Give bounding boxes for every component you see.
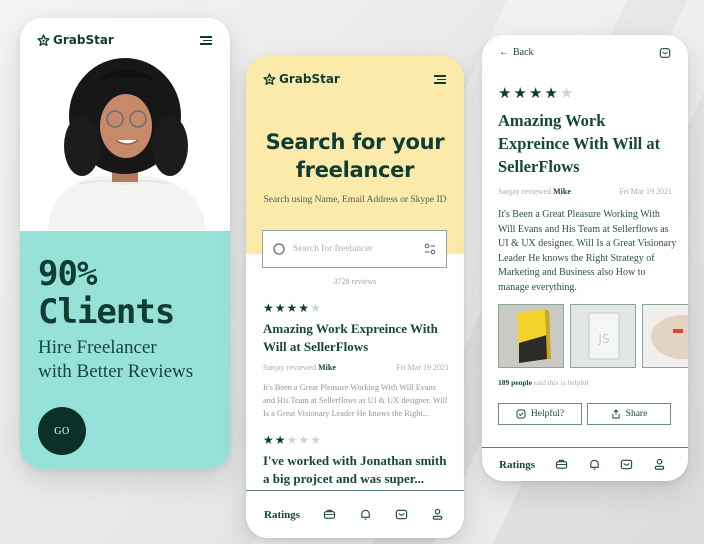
star-filled-icon: ★: [286, 301, 298, 315]
user-icon[interactable]: [653, 458, 666, 471]
logo[interactable]: GrabStar: [263, 72, 340, 86]
star-empty-icon: ★: [286, 433, 298, 447]
phone-landing-screen: GrabStar 90% Clients Hire Freelancer wit…: [20, 18, 230, 469]
star-filled-icon: ★: [274, 433, 286, 447]
review-title: Amazing Work Expreince With Will at Sell…: [263, 321, 438, 354]
star-filled-icon: ★: [498, 86, 512, 102]
back-button[interactable]: ← Back: [499, 47, 534, 58]
star-empty-icon: ★: [559, 86, 574, 102]
review-card[interactable]: ★ ★ ★ ★ ★ Amazing Work Expreince With Will a…: [263, 302, 449, 420]
bottom-nav: Ratings: [482, 447, 688, 481]
star-rating: ★ ★ ★ ★ ★: [263, 302, 449, 314]
review-date: Fri Mar 19 2021: [396, 363, 449, 372]
briefcase-icon[interactable]: [555, 458, 568, 471]
review-excerpt: It's Been a Great Pleasure Working With …: [263, 383, 448, 418]
star-logo-icon: [263, 72, 276, 85]
review-date: Fri Mar 19 2021: [619, 187, 672, 196]
star-filled-icon: ★: [528, 86, 543, 102]
attachment-thumbnail[interactable]: [498, 304, 564, 368]
subheadline-line-1: Hire Freelancer: [38, 337, 157, 358]
phone-search-screen: GrabStar Search for your freelancer Sear…: [246, 56, 464, 538]
search-hint: Search using Name, Email Address or Skyp…: [263, 195, 447, 205]
search-placeholder: Search for freelancer: [293, 244, 373, 254]
star-filled-icon: ★: [298, 301, 310, 315]
mail-icon[interactable]: [395, 508, 408, 521]
helpful-count: 189 people said this is helpful: [498, 378, 589, 387]
briefcase-icon[interactable]: [323, 508, 336, 521]
search-input[interactable]: Search for freelancer: [262, 230, 447, 268]
headline-line-1: 90%: [38, 254, 97, 294]
filter-icon[interactable]: [424, 243, 436, 255]
mail-icon[interactable]: [659, 47, 671, 59]
reviews-count: 3728 reviews: [333, 277, 377, 286]
attachment-thumbnail[interactable]: JS: [570, 304, 636, 368]
reviewee: Mike: [318, 363, 336, 372]
star-rating: ★ ★ ★ ★ ★: [263, 434, 449, 446]
arrow-left-icon: ←: [499, 47, 509, 58]
headline: 90% Clients: [38, 254, 175, 332]
reviewer: Sanjay reviewed: [498, 187, 552, 196]
star-empty-icon: ★: [298, 433, 310, 447]
review-meta: Sanjay reviewed Mike Fri Mar 19 2021: [498, 187, 672, 196]
share-button[interactable]: Share: [587, 403, 671, 425]
reviewer-line: Sanjay reviewed Mike: [498, 187, 571, 196]
title-line-2: freelancer: [295, 158, 415, 182]
review-meta: Sanjay reviewed Mike Fri Mar 19 2021: [263, 363, 449, 372]
reviewer-line: Sanjay reviewed Mike: [263, 363, 336, 372]
star-empty-icon: ★: [310, 433, 321, 447]
logo[interactable]: GrabStar: [37, 33, 114, 47]
share-label: Share: [625, 409, 648, 419]
share-icon: [612, 409, 620, 419]
bell-icon[interactable]: [359, 508, 372, 521]
hamburger-menu-icon[interactable]: [434, 75, 446, 84]
star-logo-icon: [37, 33, 50, 46]
hero-photo: [20, 56, 230, 230]
reviewee: Mike: [553, 187, 571, 196]
nav-ratings[interactable]: Ratings: [264, 509, 300, 521]
star-rating: ★ ★ ★ ★ ★: [498, 87, 573, 102]
subheadline: Hire Freelancer with Better Reviews: [38, 336, 193, 384]
review-body: It's Been a Great Pleasure Working With …: [498, 209, 677, 293]
checkbox-icon: [516, 409, 526, 419]
title-line-1: Search for your: [265, 130, 445, 154]
nav-ratings[interactable]: Ratings: [499, 459, 535, 471]
search-icon: [273, 243, 285, 255]
subheadline-line-2: with Better Reviews: [38, 361, 194, 382]
brand-name: GrabStar: [279, 72, 340, 86]
mail-icon[interactable]: [620, 458, 633, 471]
hero-panel: 90% Clients Hire Freelancer with Better …: [20, 231, 230, 469]
helpful-label: Helpful?: [530, 409, 565, 419]
back-label: Back: [513, 47, 534, 58]
star-filled-icon: ★: [544, 86, 558, 102]
bottom-nav: Ratings: [246, 490, 464, 538]
headline-line-2: Clients: [38, 292, 175, 332]
star-empty-icon: ★: [310, 301, 321, 315]
svg-text:JS: JS: [597, 332, 609, 346]
attachment-thumbnail[interactable]: [642, 304, 688, 368]
go-button[interactable]: GO: [38, 407, 86, 455]
review-title: I've worked with Jonathan smith a big pr…: [263, 453, 447, 486]
star-filled-icon: ★: [263, 433, 274, 447]
review-card[interactable]: ★ ★ ★ ★ ★ I've worked with Jonathan smith a …: [263, 434, 449, 488]
page-title: Search for your freelancer: [246, 128, 464, 184]
hamburger-menu-icon[interactable]: [200, 36, 212, 45]
bell-icon[interactable]: [588, 458, 601, 471]
star-filled-icon: ★: [263, 301, 274, 315]
helpful-people: 189 people: [498, 378, 532, 387]
helpful-button[interactable]: Helpful?: [498, 403, 582, 425]
star-filled-icon: ★: [274, 301, 286, 315]
helpful-suffix: said this is helpful: [533, 378, 589, 387]
review-title: Amazing Work Expreince With Will at Sell…: [498, 111, 661, 176]
reviewer: Sanjay reviewed: [263, 363, 317, 372]
user-icon[interactable]: [431, 508, 444, 521]
star-filled-icon: ★: [513, 86, 527, 102]
brand-name: GrabStar: [53, 33, 114, 47]
phone-review-detail-screen: ← Back ★ ★ ★ ★ ★ Amazing Work Expreince With…: [482, 35, 688, 481]
